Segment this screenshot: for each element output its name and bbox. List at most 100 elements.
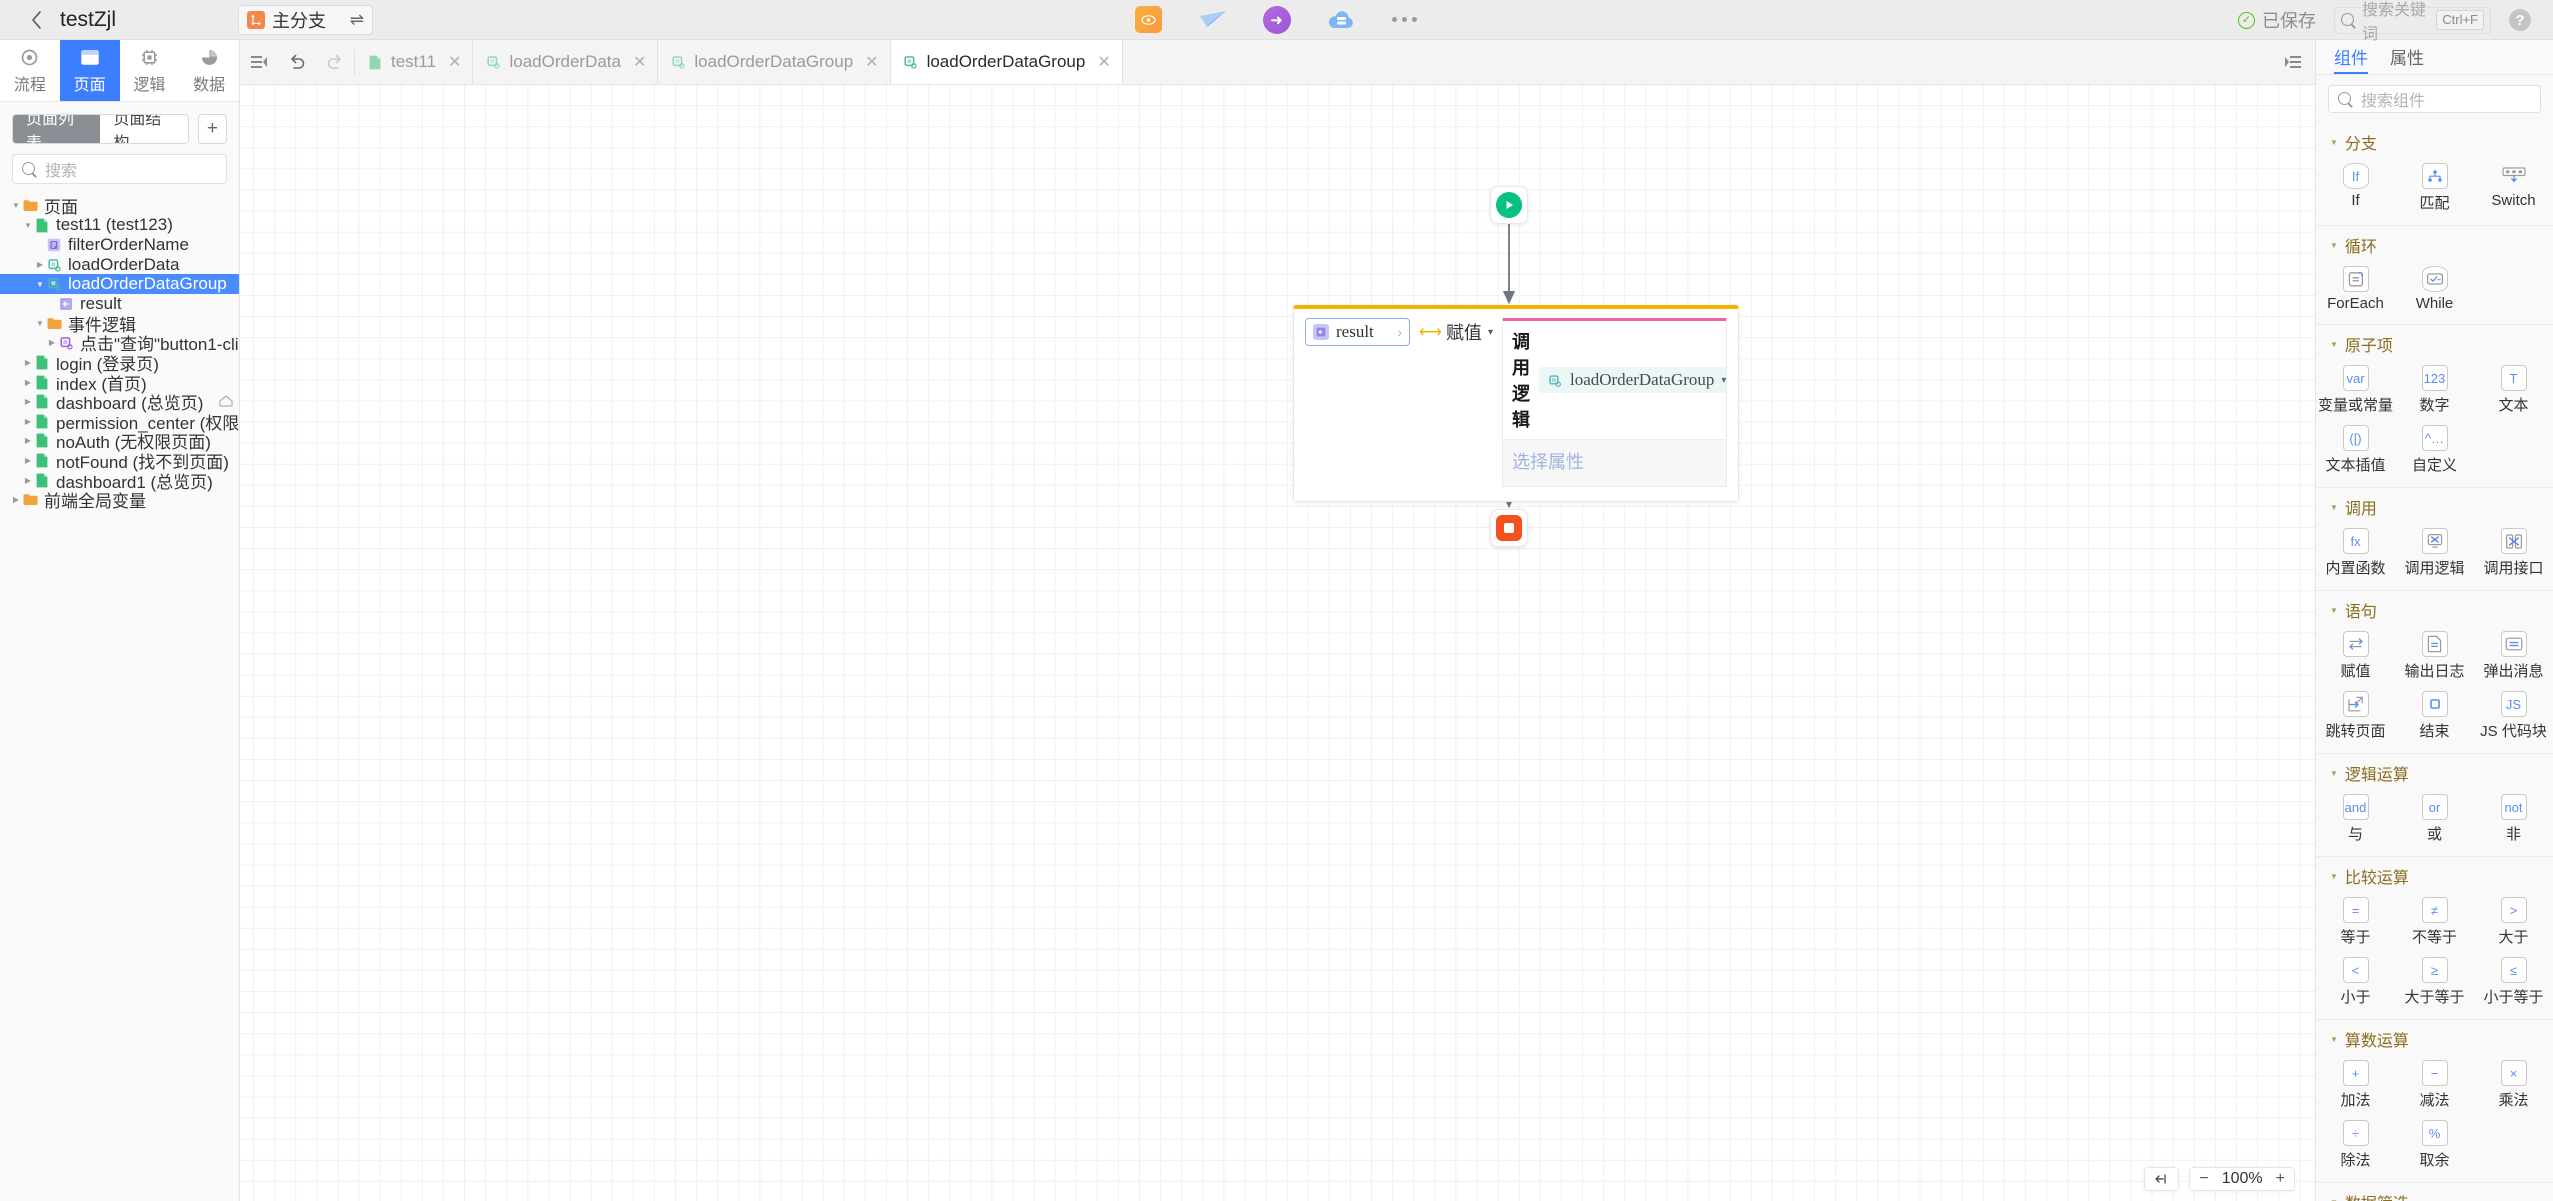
tab-components[interactable]: 组件 xyxy=(2334,40,2368,74)
call-logic-target-select[interactable]: loadOrderDataGroup ▾ xyxy=(1538,367,1726,393)
component-item[interactable]: ≥ 大于等于 xyxy=(2395,951,2474,1011)
caret-right-icon[interactable]: ▶ xyxy=(22,436,34,445)
assign-target-variable[interactable]: result › xyxy=(1305,318,1410,346)
caret-right-icon[interactable]: ▶ xyxy=(34,260,46,269)
component-item[interactable]: % 取余 xyxy=(2395,1114,2474,1174)
component-item[interactable]: ([) 文本插值 xyxy=(2316,419,2395,479)
editor-tab[interactable]: loadOrderDataGroup ✕ xyxy=(890,40,1123,84)
fit-screen-button[interactable] xyxy=(2144,1167,2180,1191)
start-node[interactable] xyxy=(1490,186,1528,224)
component-group-header[interactable]: ▼ 原子项 xyxy=(2316,329,2553,359)
caret-right-icon[interactable]: ▶ xyxy=(22,476,34,485)
component-item[interactable]: 跳转页面 xyxy=(2316,685,2395,745)
undo-icon[interactable] xyxy=(278,40,316,84)
editor-tab[interactable]: loadOrderData ✕ xyxy=(473,40,659,84)
component-search-input[interactable]: 搜索组件 xyxy=(2328,85,2541,113)
component-group-header[interactable]: ▼ 调用 xyxy=(2316,492,2553,522)
tree-item[interactable]: ▼ test11 (test123) xyxy=(0,215,239,236)
component-item[interactable]: 结束 xyxy=(2395,685,2474,745)
add-page-button[interactable]: + xyxy=(197,114,227,144)
component-item[interactable]: and 与 xyxy=(2316,788,2395,848)
sidebar-tab-logic[interactable]: 逻辑 xyxy=(120,40,180,101)
segment-page-list[interactable]: 页面列表 xyxy=(13,115,101,143)
preview-eye-icon[interactable] xyxy=(1134,5,1164,35)
component-item[interactable]: JS JS 代码块 xyxy=(2474,685,2553,745)
component-item[interactable]: If If xyxy=(2316,157,2395,217)
component-item[interactable]: ForEach xyxy=(2316,260,2395,316)
flow-canvas[interactable]: result › ⟷ 赋值 ▾ 调用逻辑 loadOrderDataGroup … xyxy=(240,85,2315,1201)
assign-operator[interactable]: ⟷ 赋值 ▾ xyxy=(1419,318,1493,346)
component-item[interactable]: ÷ 除法 xyxy=(2316,1114,2395,1174)
help-icon[interactable]: ? xyxy=(2509,9,2531,31)
close-icon[interactable]: ✕ xyxy=(633,52,646,72)
caret-right-icon[interactable]: ▶ xyxy=(22,397,34,406)
call-logic-body[interactable]: 选择属性 xyxy=(1502,439,1726,486)
component-item[interactable]: 赋值 xyxy=(2316,625,2395,685)
component-item[interactable]: Switch xyxy=(2474,157,2553,217)
component-item[interactable]: = 等于 xyxy=(2316,891,2395,951)
component-item[interactable]: 输出日志 xyxy=(2395,625,2474,685)
sidebar-tab-data[interactable]: 数据 xyxy=(179,40,239,101)
tree-item[interactable]: ▶ loadOrderData xyxy=(0,255,239,275)
caret-down-icon[interactable]: ▼ xyxy=(34,280,46,289)
component-item[interactable]: 调用逻辑 xyxy=(2395,522,2474,582)
sidebar-tab-flow[interactable]: 流程 xyxy=(0,40,60,101)
component-item[interactable]: not 非 xyxy=(2474,788,2553,848)
caret-right-icon[interactable]: ▶ xyxy=(46,338,58,347)
component-item[interactable]: > 大于 xyxy=(2474,891,2553,951)
component-item[interactable]: 匹配 xyxy=(2395,157,2474,217)
component-item[interactable]: − 减法 xyxy=(2395,1054,2474,1114)
component-item[interactable]: 123 数字 xyxy=(2395,359,2474,419)
caret-down-icon[interactable]: ▼ xyxy=(10,201,22,210)
component-item[interactable]: var 变量或常量 xyxy=(2316,359,2395,419)
global-search-input[interactable]: 搜索关键词 Ctrl+F xyxy=(2334,2,2491,43)
caret-right-icon[interactable]: ▶ xyxy=(10,495,22,504)
segment-page-structure[interactable]: 页面结构 xyxy=(100,115,188,143)
component-group-header[interactable]: ▼ 循环 xyxy=(2316,230,2553,260)
caret-right-icon[interactable]: ▶ xyxy=(22,456,34,465)
sidebar-tab-page[interactable]: 页面 xyxy=(59,40,120,101)
close-icon[interactable]: ✕ xyxy=(865,52,878,72)
component-group-header[interactable]: ▼ 分支 xyxy=(2316,127,2553,157)
component-group-header[interactable]: ▼ 数据筛选 xyxy=(2316,1187,2553,1201)
component-item[interactable]: + 加法 xyxy=(2316,1054,2395,1114)
component-item[interactable]: fx 内置函数 xyxy=(2316,522,2395,582)
tree-item[interactable]: filterOrderName xyxy=(0,235,239,255)
publish-arrow-icon[interactable]: ➜ xyxy=(1262,5,1292,35)
caret-right-icon[interactable]: ▶ xyxy=(22,417,34,426)
cloud-db-icon[interactable] xyxy=(1326,5,1356,35)
editor-tab[interactable]: test11 ✕ xyxy=(355,40,474,84)
swap-icon[interactable]: ⇌ xyxy=(350,10,364,30)
component-item[interactable]: ≤ 小于等于 xyxy=(2474,951,2553,1011)
sidebar-search-input[interactable]: 搜索 xyxy=(12,154,227,184)
call-logic-node[interactable]: 调用逻辑 loadOrderDataGroup ▾ 选择属性 xyxy=(1501,318,1727,487)
component-item[interactable]: ^… 自定义 xyxy=(2395,419,2474,479)
tab-properties[interactable]: 属性 xyxy=(2390,40,2424,74)
close-icon[interactable]: ✕ xyxy=(1097,52,1110,72)
component-group-header[interactable]: ▼ 比较运算 xyxy=(2316,861,2553,891)
tree-item[interactable]: ▼ 页面 xyxy=(0,196,239,217)
caret-down-icon[interactable]: ▼ xyxy=(22,221,34,230)
caret-right-icon[interactable]: ▶ xyxy=(22,358,34,367)
branch-selector[interactable]: 主分支 ⇌ xyxy=(238,5,373,35)
component-group-header[interactable]: ▼ 算数运算 xyxy=(2316,1024,2553,1054)
more-dots-icon[interactable] xyxy=(1390,5,1420,35)
component-item[interactable]: 弹出消息 xyxy=(2474,625,2553,685)
component-item[interactable]: or 或 xyxy=(2395,788,2474,848)
back-button[interactable] xyxy=(16,0,56,40)
zoom-out-button[interactable]: − xyxy=(2190,1168,2217,1190)
send-plane-icon[interactable] xyxy=(1198,5,1228,35)
component-group-header[interactable]: ▼ 语句 xyxy=(2316,595,2553,625)
caret-right-icon[interactable]: ▶ xyxy=(22,378,34,387)
component-item[interactable]: 调用接口 xyxy=(2474,522,2553,582)
component-item[interactable]: × 乘法 xyxy=(2474,1054,2553,1114)
component-item[interactable]: < 小于 xyxy=(2316,951,2395,1011)
component-item[interactable]: T 文本 xyxy=(2474,359,2553,419)
editor-tab[interactable]: loadOrderDataGroup ✕ xyxy=(658,40,891,84)
component-group-header[interactable]: ▼ 逻辑运算 xyxy=(2316,758,2553,788)
tree-item[interactable]: ▼ loadOrderDataGroup xyxy=(0,274,239,294)
close-icon[interactable]: ✕ xyxy=(448,52,461,72)
zoom-in-button[interactable]: + xyxy=(2267,1168,2294,1190)
caret-down-icon[interactable]: ▼ xyxy=(34,319,46,328)
component-item[interactable]: ≠ 不等于 xyxy=(2395,891,2474,951)
